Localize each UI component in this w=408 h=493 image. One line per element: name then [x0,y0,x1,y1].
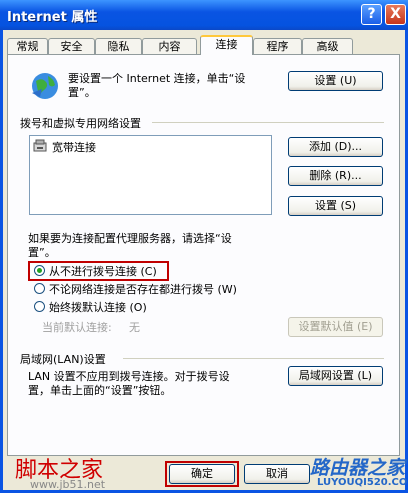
lan-description-line2: 置，单击上面的“设置”按钮。 [28,384,172,397]
remove-connection-button[interactable]: 删除 (R)... [288,166,383,186]
lan-settings-button[interactable]: 局域网设置 (L) [288,366,383,386]
cancel-button[interactable]: 取消 [244,464,310,484]
add-connection-button[interactable]: 添加 (D)... [288,137,383,157]
setup-description-line2: 置”。 [68,86,96,99]
connections-panel: 要设置一个 Internet 连接，单击“设 置”。 设置 (U) 拨号和虚拟专… [7,54,400,456]
help-button[interactable]: ? [361,4,382,25]
proxy-hint-line1: 如果要为连接配置代理服务器，请选择“设 [28,232,232,245]
never-dial-label[interactable]: 从不进行拨号连接 (C) [49,263,157,279]
watermark-right-text: 路由器之家 [310,457,406,479]
setup-button[interactable]: 设置 (U) [288,71,383,91]
always-dial-default-label[interactable]: 始终拨默认连接 (O) [49,299,147,315]
title-bar[interactable]: Internet 属性 ? X [0,0,408,30]
watermark-left-url: www.jb51.net [30,478,106,491]
watermark-right-url: LUYOUQI520.COM [317,477,408,488]
never-dial-radio[interactable] [34,265,45,276]
tab-connections[interactable]: 连接 [200,35,253,55]
window-title: Internet 属性 [7,10,98,25]
tab-content[interactable]: 内容 [142,38,197,54]
dialog-client: 常规 安全 隐私 内容 连接 程序 高级 要设置一个 Internet 连接，单… [3,30,408,491]
dial-whenever-radio[interactable] [34,283,45,294]
always-dial-default-radio[interactable] [34,301,45,312]
dialup-divider [152,122,384,123]
broadband-connection-icon [33,139,47,152]
globe-connection-icon [32,73,58,99]
dialup-section-title: 拨号和虚拟专用网络设置 [20,117,141,130]
tab-security[interactable]: 安全 [48,38,95,54]
close-button[interactable]: X [385,4,406,25]
connections-list[interactable]: 宽带连接 [29,135,272,215]
proxy-hint-line2: 置”。 [28,246,56,259]
connection-name: 宽带连接 [52,141,96,154]
properties-window: Internet 属性 ? X 常规 安全 隐私 内容 连接 程序 高级 要设置… [0,0,408,493]
ok-button[interactable]: 确定 [169,464,235,484]
lan-divider [123,358,384,359]
tab-general[interactable]: 常规 [7,38,48,54]
tab-privacy[interactable]: 隐私 [95,38,142,54]
tab-advanced[interactable]: 高级 [302,38,353,54]
connection-settings-button[interactable]: 设置 (S) [288,196,383,216]
set-default-button[interactable]: 设置默认值 (E) [288,317,383,337]
dial-whenever-label[interactable]: 不论网络连接是否存在都进行拨号 (W) [49,281,237,297]
current-default-label: 当前默认连接: [42,321,112,334]
current-default-value: 无 [129,321,140,334]
lan-section-title: 局域网(LAN)设置 [20,353,106,366]
tab-programs[interactable]: 程序 [253,38,302,54]
